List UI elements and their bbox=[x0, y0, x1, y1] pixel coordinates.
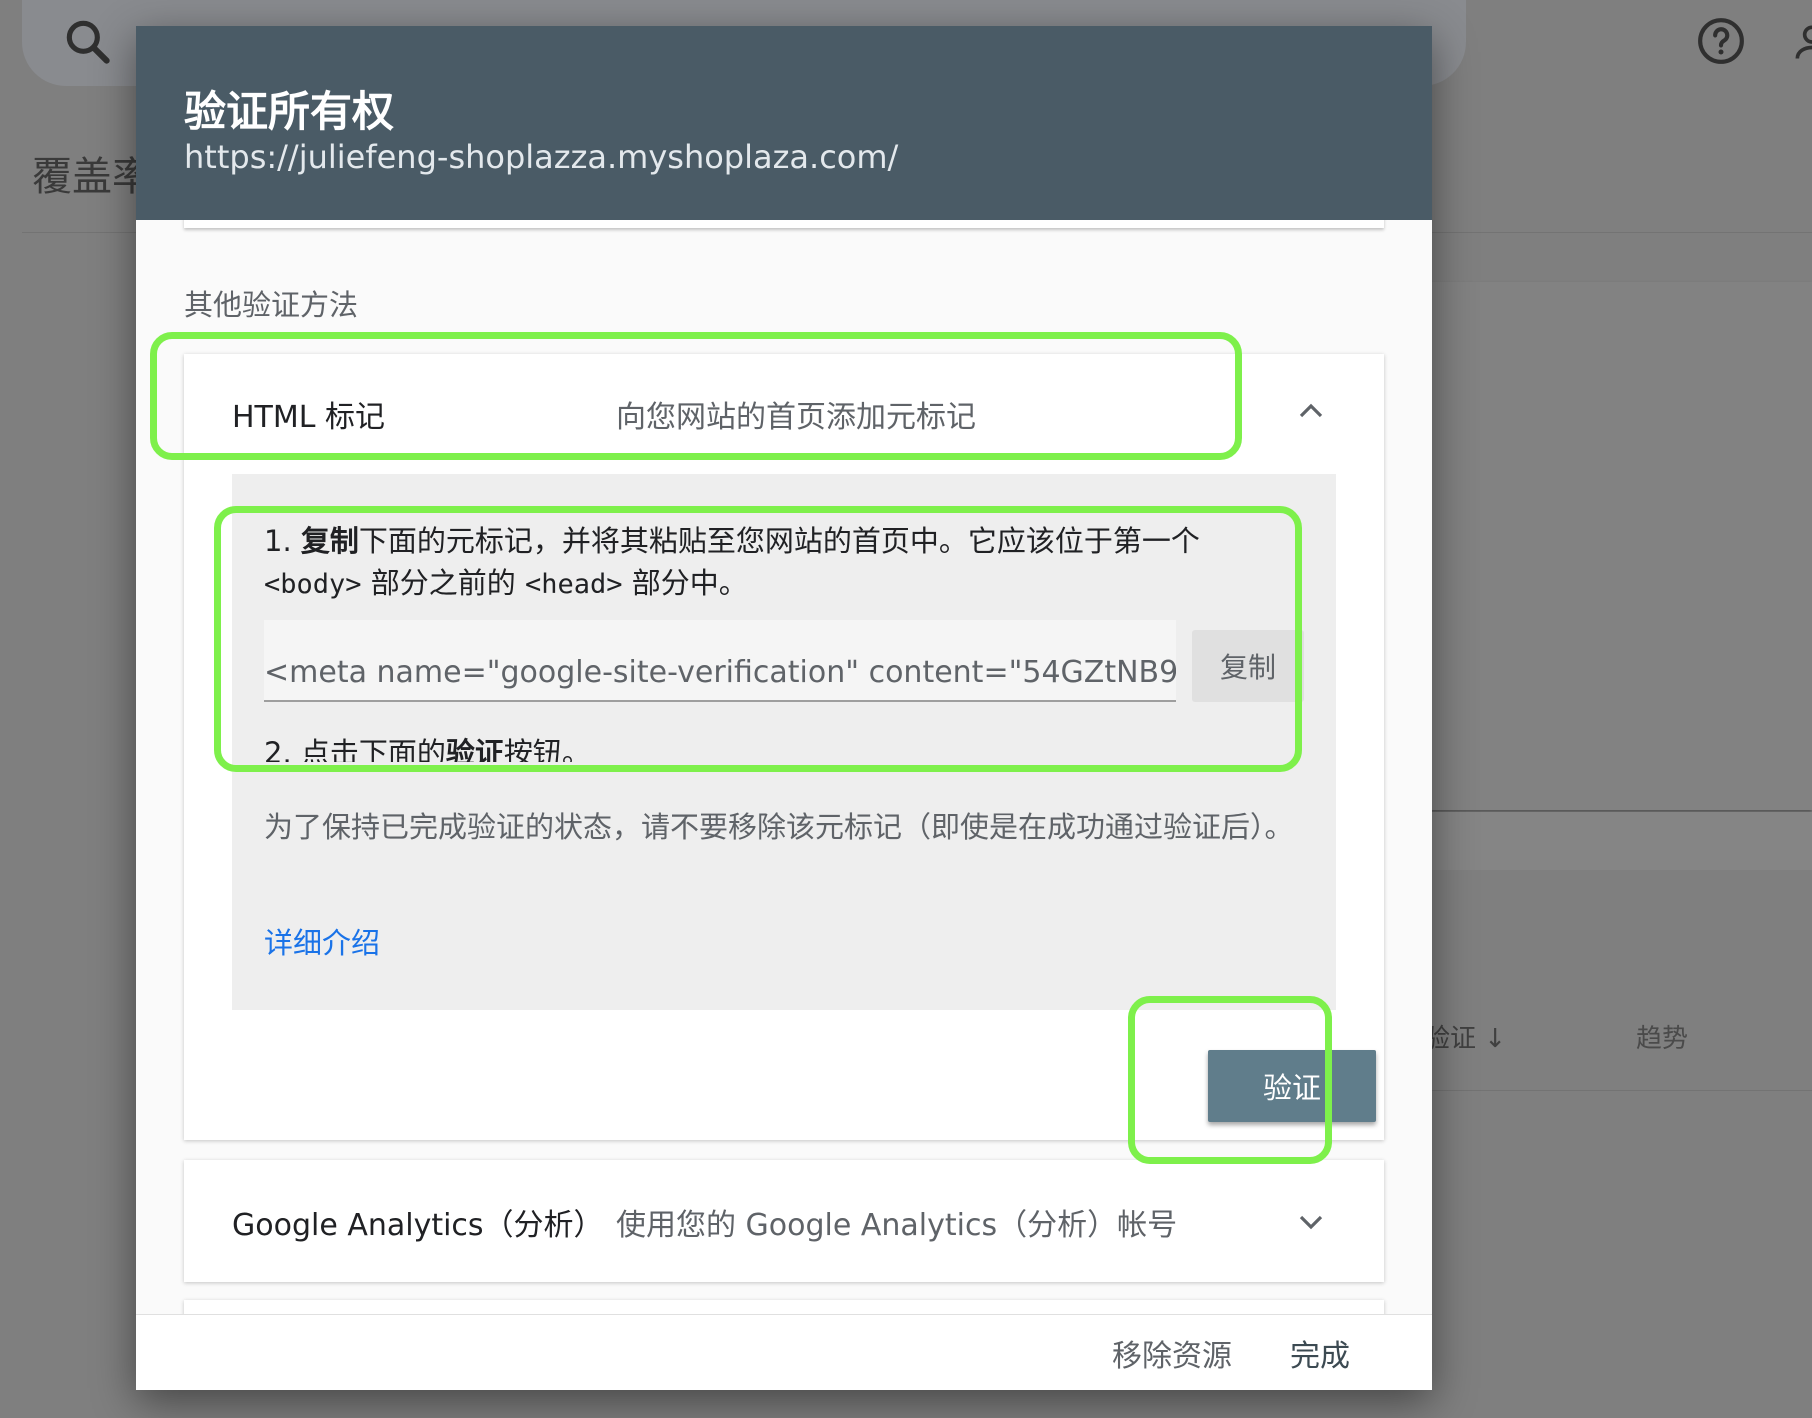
section-label: 其他验证方法 bbox=[184, 288, 359, 322]
page-title: 覆盖率 bbox=[32, 154, 152, 200]
column-header-verified[interactable]: 验证 ↓ bbox=[1424, 1018, 1506, 1055]
dialog-header: 验证所有权 https://juliefeng-shoplazza.myshop… bbox=[136, 26, 1432, 220]
next-method-card bbox=[184, 1300, 1384, 1314]
chevron-up-icon[interactable] bbox=[1294, 398, 1328, 422]
arrow-down-icon: ↓ bbox=[1484, 1024, 1507, 1054]
highlight-html-tag-header bbox=[150, 332, 1242, 460]
google-analytics-method-card[interactable]: Google Analytics（分析） 使用您的 Google Analyti… bbox=[184, 1160, 1384, 1282]
chevron-down-icon[interactable] bbox=[1294, 1210, 1328, 1234]
column-header-trend[interactable]: 趋势 bbox=[1636, 1018, 1688, 1055]
highlight-verify-button bbox=[1128, 996, 1332, 1164]
search-icon[interactable] bbox=[60, 14, 116, 74]
divider bbox=[1420, 1090, 1812, 1091]
background-band bbox=[1420, 812, 1812, 870]
method-description: 使用您的 Google Analytics（分析）帐号 bbox=[616, 1208, 1178, 1243]
property-url: https://juliefeng-shoplazza.myshoplaza.c… bbox=[184, 138, 899, 176]
account-icon[interactable] bbox=[1790, 18, 1812, 70]
remove-property-button[interactable]: 移除资源 bbox=[1106, 1315, 1238, 1390]
background-card bbox=[1420, 282, 1812, 810]
learn-more-link[interactable]: 详细介绍 bbox=[264, 920, 380, 962]
previous-method-card bbox=[184, 220, 1384, 228]
dialog-footer: 移除资源 完成 bbox=[136, 1314, 1432, 1390]
highlight-copy-meta-tag bbox=[214, 506, 1302, 772]
method-name: Google Analytics（分析） bbox=[232, 1208, 604, 1243]
help-icon[interactable] bbox=[1696, 16, 1746, 70]
done-button[interactable]: 完成 bbox=[1284, 1315, 1356, 1390]
dialog-title: 验证所有权 bbox=[184, 87, 395, 136]
keep-tag-note: 为了保持已完成验证的状态，请不要移除该元标记（即使是在成功通过验证后）。 bbox=[264, 810, 1294, 844]
